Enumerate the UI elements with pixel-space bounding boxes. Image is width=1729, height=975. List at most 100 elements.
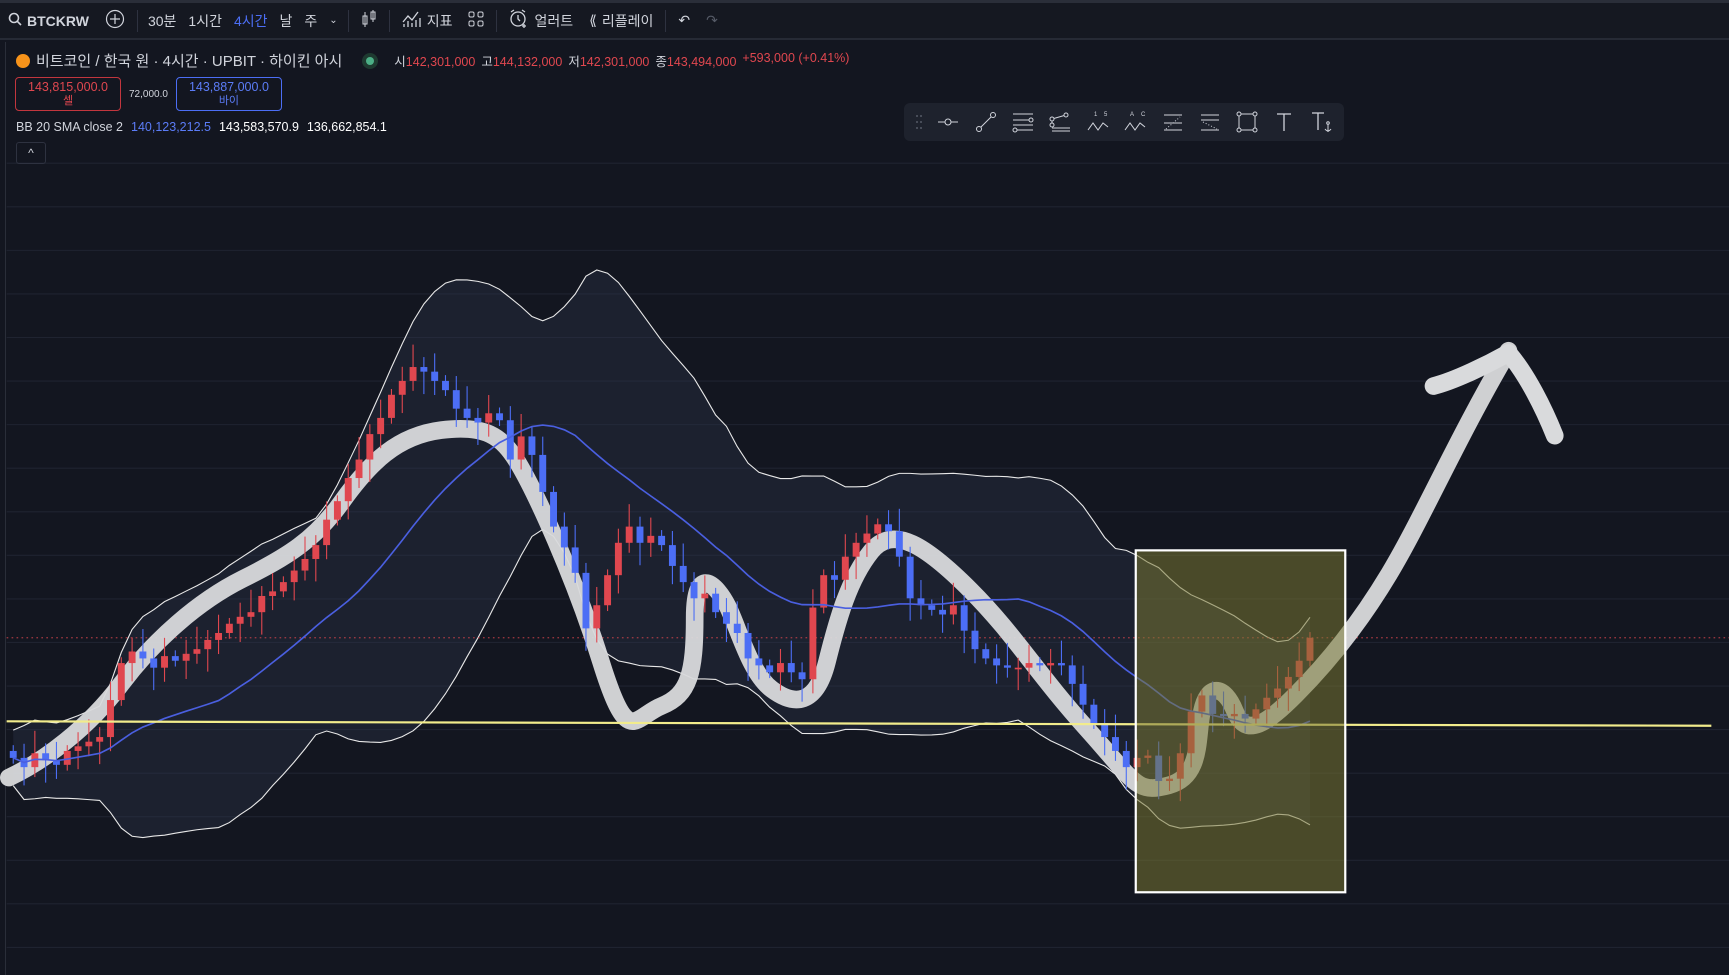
candle-down [831, 575, 838, 580]
candle-down [928, 605, 936, 610]
spread-value: 72,000.0 [129, 88, 168, 100]
candle-up [841, 556, 849, 580]
parallel-channel-tool-icon[interactable] [1006, 107, 1039, 137]
horizontal-ray-tool-icon[interactable] [932, 107, 965, 137]
candle-up [182, 653, 190, 661]
candle-down [171, 656, 179, 661]
candle-down [636, 526, 644, 543]
candle-up [279, 582, 287, 592]
candle-up [312, 545, 320, 559]
trend-line-tool-icon[interactable] [969, 107, 1002, 137]
candle-down [679, 565, 687, 583]
candle-down [722, 612, 730, 624]
drawing-toolbar: 15 AC [904, 103, 1344, 141]
candle-up [193, 649, 201, 654]
candle-down [1036, 663, 1044, 666]
candle-down [1122, 750, 1130, 768]
candle-up [333, 501, 341, 520]
svg-text:1: 1 [1094, 112, 1098, 118]
candle-down [744, 632, 752, 659]
candle-down [712, 593, 720, 613]
elliott-wave-tool-icon[interactable]: 15 [1081, 107, 1114, 137]
candle-down [787, 663, 795, 673]
low-value: 142,301,000 [579, 55, 650, 69]
candle-up [377, 417, 385, 435]
candle-up [1025, 663, 1033, 668]
candle-down [506, 420, 514, 460]
candle-down [1057, 663, 1065, 666]
candle-up [614, 542, 622, 576]
ohlc-values: 시142,301,000 고144,132,000 저142,301,000 종… [394, 51, 849, 70]
candle-up [290, 570, 298, 583]
candle-down [1068, 665, 1076, 684]
open-label: 시 [394, 55, 406, 69]
candle-down [442, 380, 449, 391]
candle-up [236, 616, 244, 624]
sell-price: 143,815,000.0 [28, 80, 108, 94]
rectangle-tool-icon[interactable] [1230, 107, 1263, 137]
candle-down [463, 408, 471, 418]
candle-up [258, 595, 266, 613]
candle-up [85, 741, 93, 747]
candle-up [517, 436, 525, 460]
candle-down [139, 651, 147, 659]
bitcoin-logo-icon [16, 53, 30, 68]
candle-down [906, 556, 914, 599]
candle-up [701, 593, 709, 599]
pitchfork-tool-icon[interactable] [1044, 107, 1077, 137]
candle-up [96, 737, 104, 742]
sell-label: 셀 [62, 95, 74, 107]
high-label: 고 [481, 55, 493, 69]
candle-up [355, 459, 363, 479]
market-open-status-icon [366, 56, 375, 65]
candle-down [550, 491, 558, 527]
candle-down [582, 572, 590, 629]
buy-button[interactable]: 143,887,000.0 바이 [175, 77, 282, 111]
candle-up [874, 524, 882, 534]
high-value: 144,132,000 [492, 55, 563, 69]
candle-up [1014, 667, 1022, 670]
candle-down [431, 371, 439, 381]
bb-lower-value: 136,662,854.1 [306, 120, 387, 134]
candle-down [496, 413, 503, 421]
fib-extension-tool-icon[interactable] [1193, 107, 1226, 137]
symbol-title[interactable]: 비트코인 / 한국 원 · 4시간 · UPBIT · 하이킨 아시 [36, 50, 342, 71]
drawn-arrow-head [1424, 344, 1564, 445]
candle-up [215, 632, 223, 640]
fib-retracement-tool-icon[interactable] [1156, 107, 1189, 137]
bb-upper-value: 143,583,570.9 [218, 120, 299, 134]
collapse-legend-button[interactable]: ^ [16, 142, 46, 164]
candle-down [690, 582, 698, 599]
abc-pattern-tool-icon[interactable]: AC [1118, 107, 1151, 137]
candle-up [604, 575, 612, 606]
candle-up [323, 519, 331, 546]
candle-up [820, 575, 828, 608]
price-chart[interactable] [0, 0, 1729, 975]
candle-up [269, 591, 277, 596]
candle-up [366, 434, 374, 460]
svg-text:5: 5 [1104, 112, 1108, 118]
candle-up [247, 612, 255, 617]
candle-down [993, 658, 1001, 666]
candle-down [528, 436, 536, 455]
candle-up [647, 535, 655, 543]
candle-down [9, 750, 17, 758]
low-label: 저 [568, 55, 580, 69]
candle-up [409, 367, 417, 381]
candle-up [593, 605, 601, 629]
sell-button[interactable]: 143,815,000.0 셀 [15, 77, 121, 111]
candle-down [1090, 704, 1098, 724]
candle-down [452, 390, 460, 409]
candle-down [895, 531, 903, 557]
candle-down [755, 658, 763, 666]
bollinger-legend[interactable]: BB 20 SMA close 2 140,123,212.5 143,583,… [16, 120, 387, 134]
chevron-up-icon: ^ [28, 146, 34, 160]
anchored-text-tool-icon[interactable] [1305, 107, 1338, 137]
candle-down [798, 672, 806, 680]
candle-down [1003, 665, 1011, 668]
candle-up [225, 623, 233, 633]
text-tool-icon[interactable] [1267, 107, 1300, 137]
candle-down [766, 665, 774, 673]
candle-down [539, 454, 547, 492]
drag-handle-icon[interactable] [910, 107, 928, 137]
